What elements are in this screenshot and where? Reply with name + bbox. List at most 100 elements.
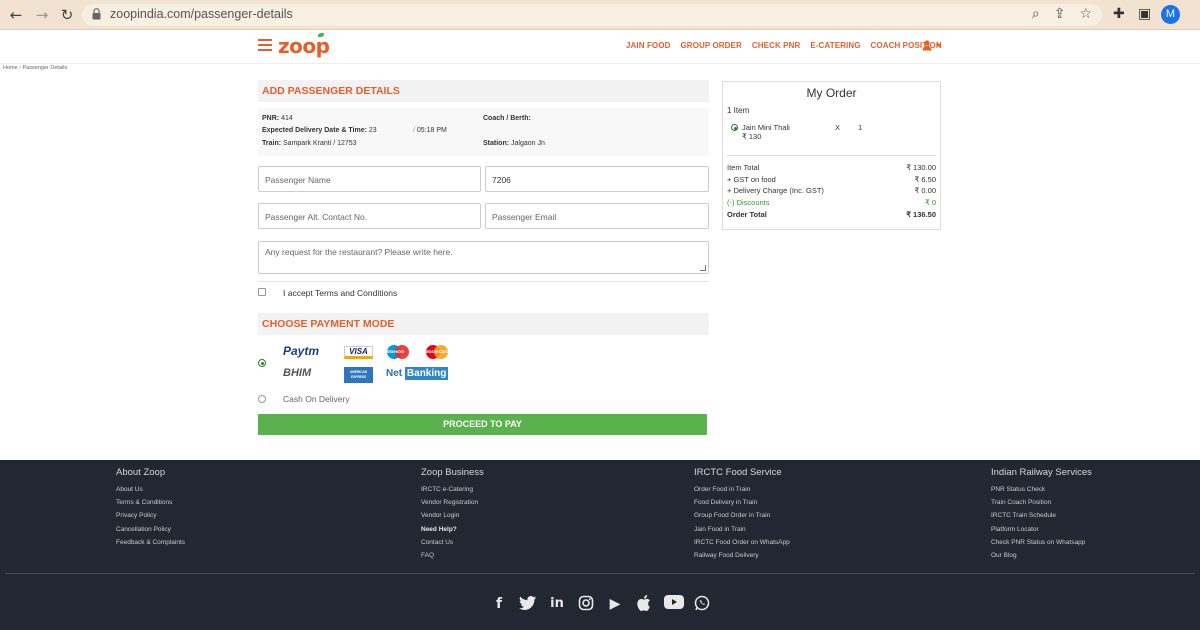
footer-link[interactable]: Platform Locator xyxy=(991,526,1092,539)
visa-logo: VISA xyxy=(344,346,373,359)
terms-checkbox[interactable] xyxy=(258,288,266,296)
item-name: Jain Mini Thali xyxy=(742,123,790,132)
footer-heading: About Zoop xyxy=(116,467,166,478)
nav-e-catering[interactable]: E-CATERING xyxy=(810,41,860,50)
footer-railway: Indian Railway Services PNR Status Check… xyxy=(991,467,1092,565)
footer-link[interactable]: Railway Food Delivery xyxy=(694,552,790,565)
footer-link[interactable]: Contact Us xyxy=(421,539,484,552)
alt-contact-input[interactable]: Passenger Alt. Contact No. xyxy=(258,203,481,229)
footer-link[interactable]: Privacy Policy xyxy=(116,512,185,525)
footer-link[interactable]: Vendor Registration xyxy=(421,499,484,512)
accept-terms-label: I accept Terms and Conditions xyxy=(283,288,398,298)
footer-link[interactable]: IRCTC Food Order on WhatsApp xyxy=(694,539,790,552)
footer-business: Zoop Business IRCTC e-Catering Vendor Re… xyxy=(421,467,484,565)
item-total-value: ₹ 130.00 xyxy=(906,163,936,172)
zoom-icon[interactable]: ⌕ xyxy=(1032,6,1040,22)
breadcrumb: Home › Passenger Details xyxy=(3,65,67,71)
footer-link[interactable]: Vendor Login xyxy=(421,512,484,525)
bookmark-star-icon[interactable]: ☆ xyxy=(1079,6,1092,22)
item-quantity: 1 xyxy=(858,123,863,132)
footer-link[interactable]: Cancellation Policy xyxy=(116,526,185,539)
passenger-email-input[interactable]: Passenger Email xyxy=(485,203,709,229)
footer-link[interactable]: PNR Status Check xyxy=(991,486,1092,499)
back-icon[interactable]: ← xyxy=(7,6,25,24)
gst-value: ₹ 6.50 xyxy=(914,175,936,184)
profile-avatar[interactable]: M xyxy=(1161,5,1180,24)
proceed-to-pay-button[interactable]: PROCEED TO PAY xyxy=(258,414,707,435)
delivery-charge-label: + Delivery Charge (Inc. GST) xyxy=(727,186,824,195)
request-placeholder: Any request for the restaurant? Please w… xyxy=(265,247,453,257)
station-row: Station: Jalgaon Jn xyxy=(483,140,545,147)
share-icon[interactable]: ⇪ xyxy=(1054,6,1066,22)
social-links: f in ▶ xyxy=(490,595,711,613)
footer-link[interactable]: Train Coach Position xyxy=(991,499,1092,512)
linkedin-icon[interactable]: in xyxy=(548,595,566,613)
apple-icon[interactable] xyxy=(635,595,653,613)
lock-icon xyxy=(92,8,101,20)
order-summary: My Order 1 Item Jain Mini Thali ₹ 130 X … xyxy=(722,81,941,230)
footer-link[interactable]: IRCTC Train Schedule xyxy=(991,512,1092,525)
delivery-time: / 05:18 PM xyxy=(413,127,447,134)
url-text: zoopindia.com/passenger-details xyxy=(110,7,293,21)
address-bar[interactable]: zoopindia.com/passenger-details ⌕ ⇪ ☆ xyxy=(82,4,1102,26)
footer-link[interactable]: Feedback & Complaints xyxy=(116,539,185,552)
net-banking-logo: Net Banking xyxy=(386,367,449,380)
footer-link[interactable]: Our Blog xyxy=(991,552,1092,565)
breadcrumb-home[interactable]: Home xyxy=(3,65,18,71)
footer-link[interactable]: Jain Food in Train xyxy=(694,526,790,539)
item-multiply: X xyxy=(835,123,841,132)
footer-link[interactable]: About Us xyxy=(116,486,185,499)
resize-handle-icon[interactable] xyxy=(700,265,706,271)
footer-link[interactable]: Order Food in Train xyxy=(694,486,790,499)
online-payment-radio[interactable] xyxy=(258,359,266,367)
cod-radio[interactable] xyxy=(258,395,266,403)
nav-check-pnr[interactable]: CHECK PNR xyxy=(752,41,800,50)
paytm-logo: Paytm xyxy=(283,344,320,358)
user-menu-icon[interactable] xyxy=(922,40,942,53)
nav-jain-food[interactable]: JAIN FOOD xyxy=(626,41,670,50)
bhim-logo: BHIM xyxy=(283,367,312,379)
footer-heading: Zoop Business xyxy=(421,467,484,478)
footer-divider xyxy=(5,573,1195,574)
instagram-icon[interactable] xyxy=(577,595,595,613)
twitter-icon[interactable] xyxy=(519,595,537,613)
restaurant-request-textarea[interactable]: Any request for the restaurant? Please w… xyxy=(258,241,709,274)
zoop-logo[interactable]: zoop xyxy=(278,34,330,58)
hamburger-menu-icon[interactable] xyxy=(258,39,272,51)
footer-link[interactable]: IRCTC e-Catering xyxy=(421,486,484,499)
nav-group-order[interactable]: GROUP ORDER xyxy=(680,41,741,50)
delivery-row: Expected Delivery Date & Time: 23 xyxy=(262,127,377,134)
contact-number-input[interactable]: 7206 xyxy=(485,166,709,192)
discount-label: (-) Discounts xyxy=(727,198,770,207)
footer-need-help: Need Help? xyxy=(421,525,457,533)
terms-link[interactable]: Terms and Conditions xyxy=(315,288,397,298)
youtube-icon[interactable] xyxy=(664,595,684,613)
footer-link[interactable]: Check PNR Status on Whatsapp xyxy=(991,539,1092,552)
passenger-name-input[interactable]: Passenger Name xyxy=(258,166,481,192)
whatsapp-icon[interactable] xyxy=(693,595,711,613)
footer-about: About Zoop About Us Terms & Conditions P… xyxy=(116,467,185,552)
side-panel-icon[interactable]: ▣ xyxy=(1138,6,1151,22)
amex-logo: AMERICAN EXPRESS xyxy=(344,367,373,383)
footer-link[interactable]: FAQ xyxy=(421,552,484,565)
item-total-label: Item Total xyxy=(727,163,760,172)
extensions-icon[interactable]: ✚ xyxy=(1113,6,1125,22)
breadcrumb-current: Passenger Details xyxy=(22,65,68,71)
coach-row: Coach / Berth: xyxy=(483,115,531,122)
footer-link[interactable]: Food Delivery in Train xyxy=(694,499,790,512)
order-title: My Order xyxy=(806,86,857,100)
reload-icon[interactable]: ↻ xyxy=(58,6,76,24)
browser-toolbar: ← → ↻ zoopindia.com/passenger-details ⌕ … xyxy=(0,0,1200,30)
site-header: zoop JAIN FOOD GROUP ORDER CHECK PNR E-C… xyxy=(0,30,1200,64)
discount-value: ₹ 0 xyxy=(924,198,936,207)
footer-link[interactable]: Terms & Conditions xyxy=(116,499,185,512)
forward-icon[interactable]: → xyxy=(33,6,51,24)
payment-section-title: CHOOSE PAYMENT MODE xyxy=(262,318,395,330)
delivery-charge-value: ₹ 0.00 xyxy=(914,186,936,195)
divider xyxy=(727,155,936,156)
train-row: Train: Sampark Kranti / 12753 xyxy=(262,140,357,147)
footer-link[interactable]: Group Food Order in Train xyxy=(694,512,790,525)
facebook-icon[interactable]: f xyxy=(490,595,508,613)
gst-label: + GST on food xyxy=(727,175,776,184)
play-store-icon[interactable]: ▶ xyxy=(606,595,624,613)
